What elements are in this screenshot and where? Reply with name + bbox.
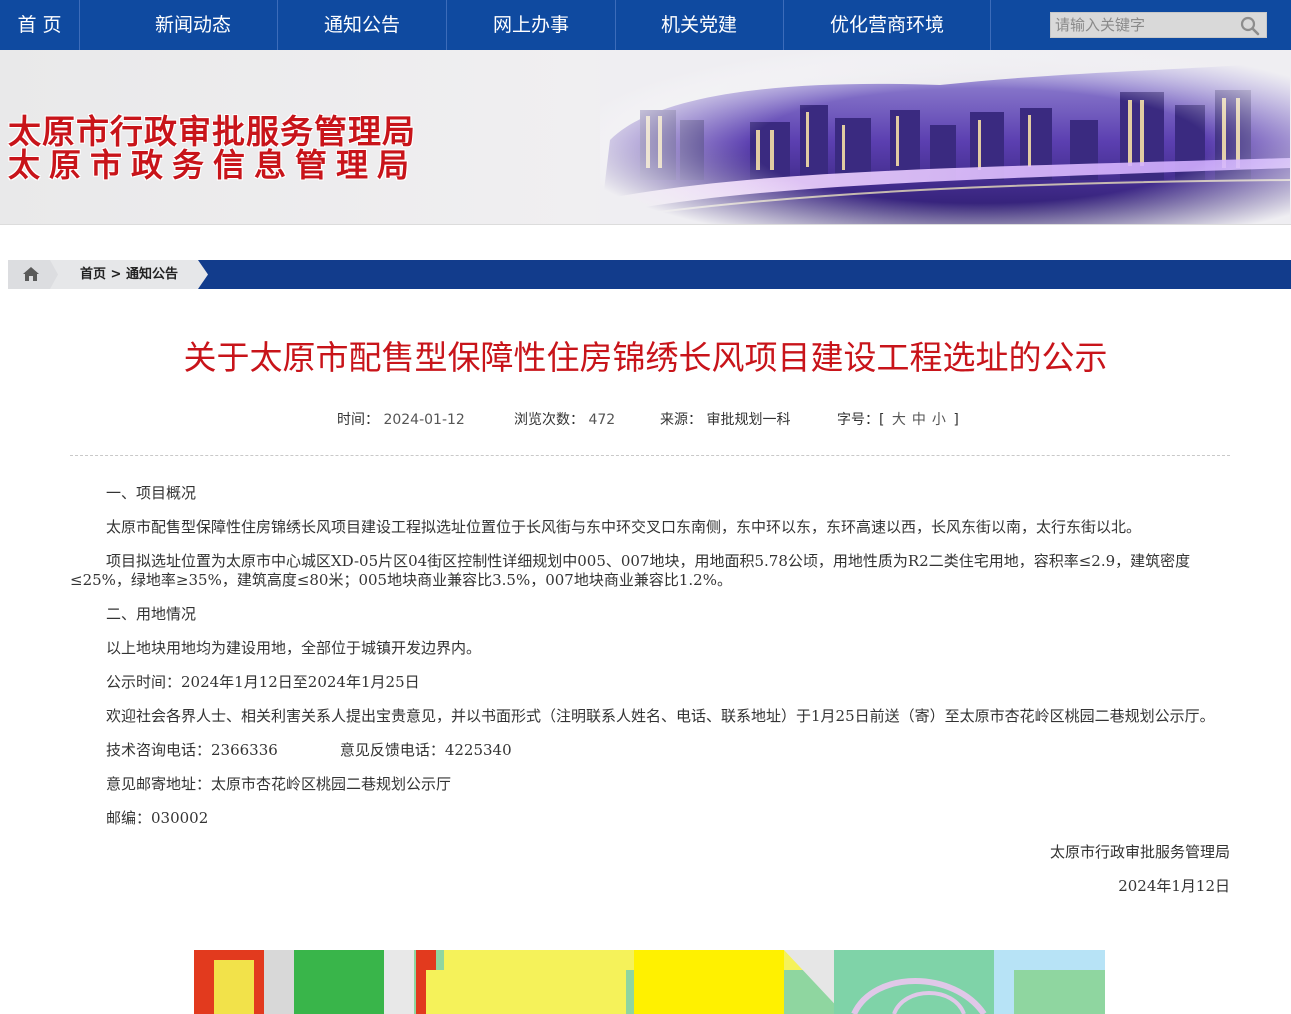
paragraph-planning: 项目拟选址位置为太原市中心城区XD-05片区04街区控制性详细规划中005、00… — [70, 552, 1191, 589]
search-box — [1050, 12, 1267, 38]
section-heading-overview: 一、项目概况 — [106, 484, 197, 502]
meta-time-value: 2024-01-12 — [383, 412, 465, 428]
paragraph-address: 意见邮寄地址：太原市杏花岭区桃园二巷规划公示厅 — [106, 775, 452, 793]
meta-time: 时间： 2024-01-12 — [337, 408, 465, 432]
paragraph-land-status: 以上地块用地均为建设用地，全部位于城镇开发边界内。 — [106, 639, 482, 657]
nav-online-services[interactable]: 网上办事 — [447, 0, 616, 50]
paragraph-location: 太原市配售型保障性住房锦绣长风项目建设工程拟选址位置位于长风街与东中环交叉口东南… — [106, 518, 1142, 536]
site-location-map — [194, 950, 1105, 1014]
breadcrumb-home-button[interactable] — [8, 260, 58, 289]
nav-notices[interactable]: 通知公告 — [278, 0, 447, 50]
font-bracket-open: [ — [879, 412, 885, 428]
font-bracket-close: ] — [953, 412, 959, 428]
section-heading-land: 二、用地情况 — [106, 605, 197, 623]
meta-source-value: 审批规划一科 — [706, 412, 791, 428]
font-medium-link[interactable]: 中 — [909, 412, 929, 428]
breadcrumb-trail: 首页 > 通知公告 — [80, 260, 178, 289]
paragraph-phones: 技术咨询电话：2366336 意见反馈电话：4225340 — [70, 741, 1230, 760]
nav-party-building[interactable]: 机关党建 — [615, 0, 784, 50]
font-small-link[interactable]: 小 — [929, 412, 949, 428]
city-night-image — [600, 50, 1291, 224]
meta-time-label: 时间： — [337, 412, 379, 428]
feedback-phone: 意见反馈电话：4225340 — [339, 741, 512, 759]
meta-views-label: 浏览次数： — [514, 412, 584, 428]
paragraph-postcode: 邮编：030002 — [106, 809, 209, 827]
meta-source-label: 来源： — [660, 412, 702, 428]
meta-font-label: 字号： — [837, 412, 879, 428]
article-title: 关于太原市配售型保障性住房锦绣长风项目建设工程选址的公示 — [183, 338, 1108, 377]
top-navigation: 首 页 新闻动态 通知公告 网上办事 机关党建 优化营商环境 — [0, 0, 1291, 50]
breadcrumb: 首页 > 通知公告 — [8, 260, 1291, 289]
breadcrumb-link-home[interactable]: 首页 — [80, 267, 106, 282]
breadcrumb-link-notices[interactable]: 通知公告 — [126, 267, 178, 282]
nav-business-environment[interactable]: 优化营商环境 — [784, 0, 991, 50]
meta-divider — [70, 455, 1230, 456]
header-banner: 太原市行政审批服务管理局 太原市政务信息管理局 — [0, 50, 1291, 224]
nav-home[interactable]: 首 页 — [0, 0, 80, 50]
search-input[interactable] — [1051, 13, 1244, 37]
meta-views-value: 472 — [588, 412, 616, 428]
meta-source: 来源： 审批规划一科 — [660, 408, 790, 432]
font-large-link[interactable]: 大 — [889, 412, 909, 428]
banner-divider — [0, 224, 1291, 225]
search-icon[interactable] — [1240, 16, 1260, 36]
signature-date: 2024年1月12日 — [1118, 877, 1230, 895]
banner-title-line2: 太原市政务信息管理局 — [8, 146, 419, 184]
home-icon — [23, 267, 39, 281]
tech-phone: 技术咨询电话：2366336 — [106, 741, 278, 759]
paragraph-feedback: 欢迎社会各界人士、相关利害关系人提出宝贵意见，并以书面形式（注明联系人姓名、电话… — [106, 707, 1215, 725]
signature: 太原市行政审批服务管理局 — [1049, 843, 1230, 861]
meta-font-size: 字号：[ 大中小 ] — [837, 408, 959, 432]
article-meta: 时间： 2024-01-12 浏览次数： 472 来源： 审批规划一科 字号：[… — [0, 408, 1291, 432]
meta-views: 浏览次数： 472 — [514, 408, 615, 432]
article-body: 一、项目概况 太原市配售型保障性住房锦绣长风项目建设工程拟选址位置位于长风街与东… — [70, 480, 1230, 896]
paragraph-notice-period: 公示时间：2024年1月12日至2024年1月25日 — [106, 673, 420, 691]
nav-news[interactable]: 新闻动态 — [109, 0, 278, 50]
breadcrumb-separator: > — [106, 267, 126, 282]
